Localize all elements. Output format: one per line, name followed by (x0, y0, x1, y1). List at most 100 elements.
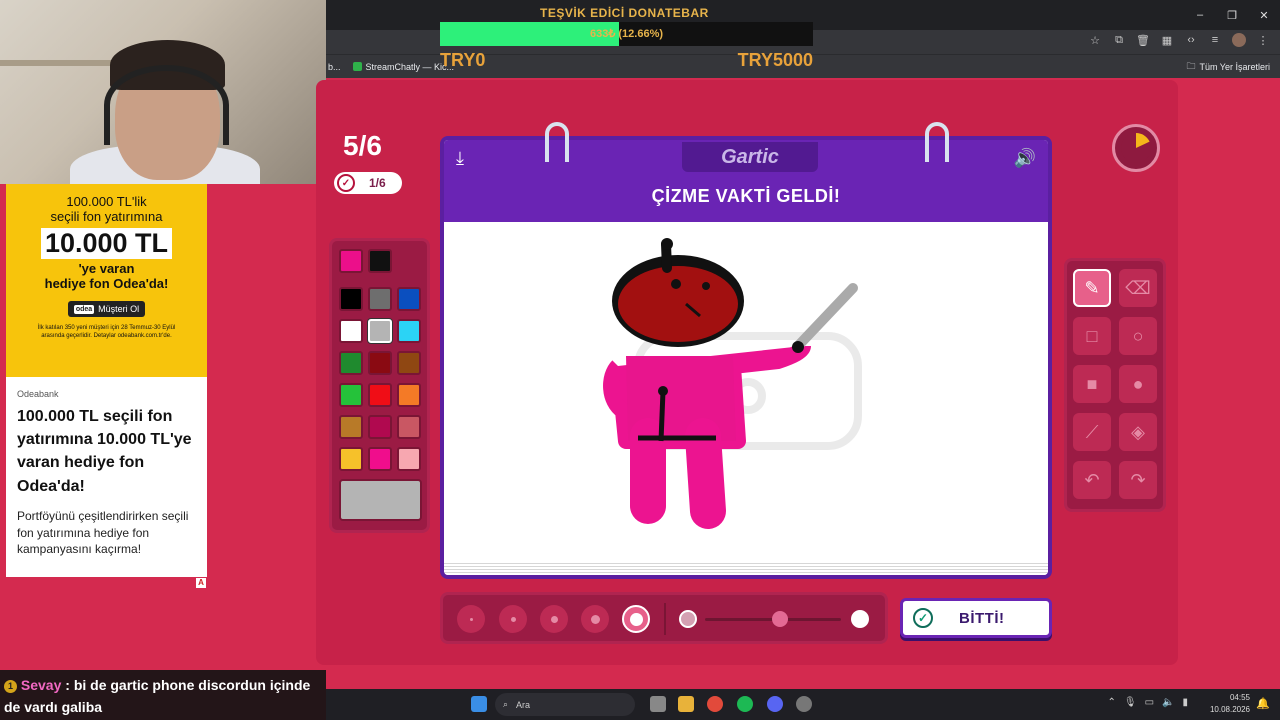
color-swatch[interactable] (368, 415, 392, 439)
done-players-pill: ✓ 1/6 (334, 172, 402, 194)
restore-icon[interactable]: ❐ (1216, 0, 1248, 30)
grid-icon[interactable]: ▦ (1160, 33, 1174, 47)
opacity-slider-thumb[interactable] (771, 611, 788, 627)
undo-tool[interactable]: ↶ (1073, 461, 1111, 499)
star-icon[interactable]: ☆ (1088, 33, 1102, 47)
color-swatch[interactable] (397, 415, 421, 439)
brush-size-2[interactable] (499, 605, 527, 633)
color-swatch[interactable] (368, 249, 392, 273)
extensions-icon[interactable]: ⧉ (1112, 33, 1126, 47)
rectangle-fill-tool[interactable]: ■ (1073, 365, 1111, 403)
ad-choices-icon[interactable]: A (196, 578, 206, 588)
minimize-icon[interactable]: – (1184, 0, 1216, 30)
obs-icon[interactable] (796, 696, 812, 712)
ad-banner: 100.000 TL'lik seçili fon yatırımına 10.… (6, 184, 207, 377)
clock-date: 10.08.2026 (1209, 705, 1250, 714)
ad-line-3: 'ye varan (78, 261, 135, 276)
brush-size-3[interactable] (540, 605, 568, 633)
chat-message: 1 Sevay : bi de gartic phone discordun i… (4, 674, 322, 718)
sound-icon[interactable]: 🔊 (1014, 148, 1036, 169)
rectangle-outline-tool[interactable]: □ (1073, 317, 1111, 355)
opacity-max-icon (851, 610, 869, 628)
mic-icon[interactable]: 🎙 (1124, 697, 1137, 708)
done-players-count: 1/6 (369, 176, 386, 190)
color-swatch[interactable] (339, 249, 363, 273)
ad-cta-button[interactable]: odea Müşteri Ol (67, 301, 146, 317)
color-swatch[interactable] (368, 351, 392, 375)
round-counter: 5/6 (343, 130, 382, 161)
ad-brand: Odeabank (17, 389, 59, 399)
color-swatch[interactable] (368, 447, 392, 471)
chat-badge: 1 (4, 679, 17, 693)
odea-logo: odea (73, 304, 95, 314)
profile-avatar[interactable] (1232, 33, 1246, 47)
windows-start-icon[interactable] (471, 696, 487, 712)
color-swatch[interactable] (397, 351, 421, 375)
color-swatch[interactable] (339, 447, 363, 471)
color-swatch[interactable] (339, 383, 363, 407)
color-swatch[interactable] (368, 287, 392, 311)
color-swatch[interactable] (339, 287, 363, 311)
volume-icon[interactable]: 🔈 (1162, 697, 1174, 708)
file-explorer-icon[interactable] (678, 696, 694, 712)
bookmark-streamchatly[interactable]: StreamChatly — Kic... (352, 62, 454, 72)
fill-bucket-tool[interactable]: ◈ (1119, 413, 1157, 451)
redo-tool[interactable]: ↷ (1119, 461, 1157, 499)
ad-cta-label: Müşteri Ol (98, 304, 140, 314)
spotify-icon[interactable] (737, 696, 753, 712)
taskbar-search[interactable]: ⌕ Ara (495, 693, 635, 716)
color-swatch[interactable] (397, 447, 421, 471)
color-swatch[interactable] (397, 287, 421, 311)
download-icon[interactable]: ⤓ (456, 148, 464, 169)
color-swatch[interactable] (339, 319, 363, 343)
drawing (603, 238, 862, 529)
battery-icon[interactable]: ▮ (1182, 697, 1188, 708)
menu-lines-icon[interactable]: ≡ (1208, 33, 1222, 47)
notification-icon[interactable]: 🔔 (1256, 697, 1270, 710)
kebab-menu-icon[interactable]: ⋮ (1256, 33, 1270, 47)
bookmark-prefix[interactable]: b... (328, 62, 341, 72)
chrome-icon[interactable] (707, 696, 723, 712)
ad-text-section: Odeabank 100.000 TL seçili fon yatırımın… (6, 377, 207, 570)
network-icon[interactable]: ▭ (1145, 697, 1154, 708)
donate-title: TEŞVİK EDİCİ DONATEBAR (540, 6, 709, 20)
streamchatly-icon (352, 62, 362, 71)
ad-fine-print: İlk katılan 350 yeni müşteri için 28 Tem… (37, 325, 176, 339)
donate-amount: 633₺ (12.66%) (589, 28, 664, 40)
color-swatch[interactable] (397, 319, 421, 343)
color-swatch[interactable] (339, 415, 363, 439)
color-swatch[interactable] (397, 383, 421, 407)
color-swatch[interactable] (339, 351, 363, 375)
drawing-canvas[interactable] (448, 226, 1044, 564)
advertisement[interactable]: 100.000 TL'lik seçili fon yatırımına 10.… (6, 184, 207, 577)
discord-icon[interactable] (767, 696, 783, 712)
brush-size-4[interactable] (581, 605, 609, 633)
task-view-icon[interactable] (650, 696, 666, 712)
done-button[interactable]: ✓ BİTTİ! (900, 598, 1052, 638)
trash-icon[interactable]: 🗑 (1136, 33, 1150, 47)
brush-size-1[interactable] (457, 605, 485, 633)
shelf (0, 60, 120, 66)
ad-headline[interactable]: 100.000 TL seçili fon yatırımına 10.000 … (17, 405, 196, 498)
donate-min: TRY0 (440, 50, 486, 70)
ad-line-2: seçili fon yatırımına (50, 209, 163, 224)
clock[interactable]: 04:55 10.08.2026 (1210, 692, 1250, 716)
color-swatch[interactable] (368, 319, 392, 343)
all-bookmarks[interactable]: 🗀 Tüm Yer İşaretleri (1186, 59, 1270, 75)
ellipse-fill-tool[interactable]: ● (1119, 365, 1157, 403)
ad-line-1: 100.000 TL'lik (66, 194, 147, 209)
pencil-tool[interactable]: ✎ (1073, 269, 1111, 307)
close-icon[interactable]: ✕ (1248, 0, 1280, 30)
code-icon[interactable]: ‹› (1184, 33, 1198, 47)
drawing-card: ⤓ Gartic 🔊 ÇİZME VAKTİ GELDİ! (440, 136, 1052, 579)
brush-size-5[interactable] (622, 605, 650, 633)
timer-dial (1121, 133, 1151, 163)
color-swatch[interactable] (368, 383, 392, 407)
chat-username: Sevay (20, 677, 62, 693)
ellipse-outline-tool[interactable]: ○ (1119, 317, 1157, 355)
line-tool[interactable]: ⟋ (1073, 413, 1111, 451)
chevron-up-icon[interactable]: ⌃ (1107, 697, 1115, 708)
binder-ring-right (925, 122, 949, 162)
eraser-tool[interactable]: ⌫ (1119, 269, 1157, 307)
check-icon: ✓ (337, 174, 355, 192)
